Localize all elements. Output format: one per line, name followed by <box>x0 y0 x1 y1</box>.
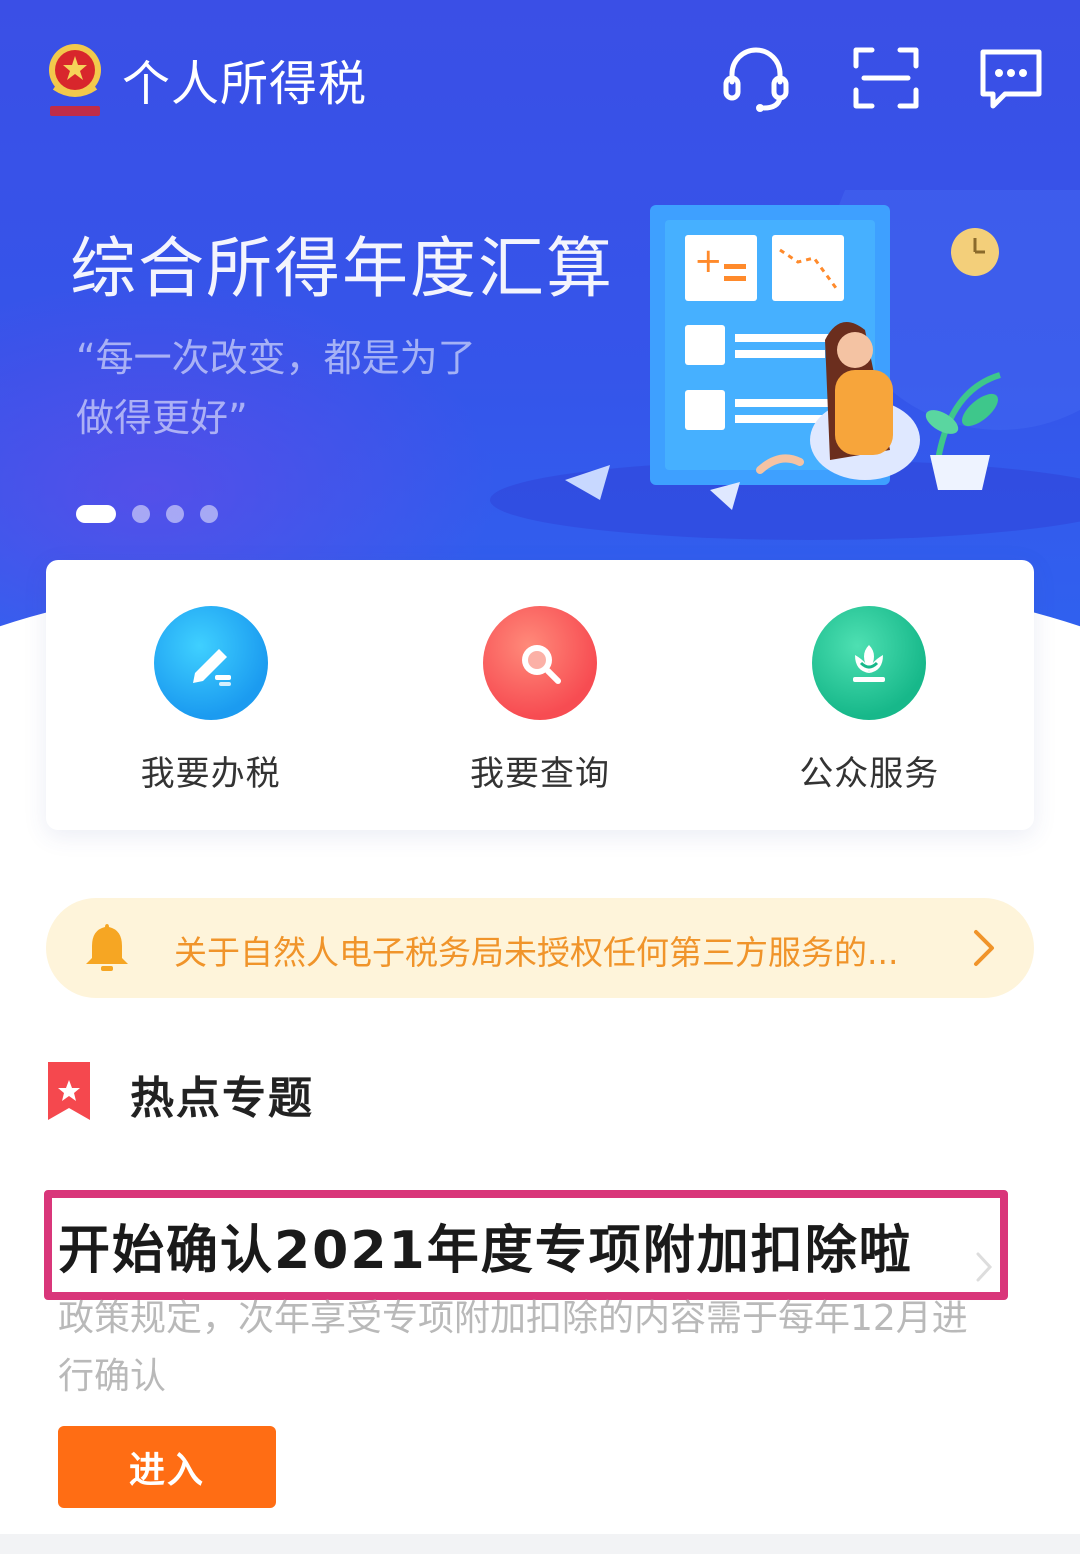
app-title: 个人所得税 <box>122 56 368 112</box>
app-header: 个人所得税 <box>0 30 1080 130</box>
banner-quote: “每一次改变，都是为了 做得更好” <box>76 328 516 448</box>
service-public[interactable]: 公众服务 <box>705 560 1034 830</box>
carousel-dot-1[interactable] <box>76 505 116 523</box>
service-query[interactable]: 我要查询 <box>375 560 704 830</box>
message-icon[interactable] <box>975 42 1047 114</box>
customer-service-icon[interactable] <box>720 42 792 114</box>
bookmark-star-icon <box>48 1062 90 1120</box>
scan-icon[interactable] <box>850 42 922 114</box>
chevron-right-icon <box>974 930 994 966</box>
carousel-indicator[interactable] <box>76 505 234 523</box>
banner-quote-line2: 做得更好” <box>76 396 248 440</box>
notice-bar[interactable]: 关于自然人电子税务局未授权任何第三方服务的... <box>46 898 1034 998</box>
tax-emblem-icon <box>49 44 101 116</box>
enter-button[interactable]: 进入 <box>58 1426 276 1508</box>
topic-title[interactable]: 开始确认2021年度专项附加扣除啦 <box>58 1208 913 1283</box>
bottom-divider <box>0 1534 1080 1554</box>
topic-description: 政策规定，次年享受专项附加扣除的内容需于每年12月进行确认 <box>58 1298 968 1397</box>
topic-card[interactable]: 开始确认2021年度专项附加扣除啦 政策规定，次年享受专项附加扣除的内容需于每年… <box>0 1180 1080 1530</box>
edit-pen-icon <box>153 606 268 720</box>
bell-icon <box>86 924 128 971</box>
search-icon <box>482 606 597 720</box>
chevron-right-icon <box>976 1252 993 1282</box>
tax-illustration: + <box>490 190 1080 540</box>
svg-text:+: + <box>694 241 723 281</box>
service-label: 我要办税 <box>140 754 281 794</box>
hot-topics-title: 热点专题 <box>130 1073 314 1124</box>
service-label: 公众服务 <box>799 754 940 794</box>
notice-text: 关于自然人电子税务局未授权任何第三方服务的... <box>174 933 899 972</box>
banner-quote-line1: “每一次改变，都是为了 <box>76 336 476 380</box>
lotus-icon <box>812 606 927 720</box>
service-card: 我要办税 我要查询 公众服务 <box>46 560 1034 830</box>
service-tax-filing[interactable]: 我要办税 <box>46 560 375 830</box>
carousel-dot-4[interactable] <box>200 505 218 523</box>
carousel-dot-2[interactable] <box>132 505 150 523</box>
service-label: 我要查询 <box>469 754 610 794</box>
home-page: 个人所得税 综合所得年度汇算 “每一次改变，都是为了 做得更好” + 我要办税 … <box>0 0 1080 1554</box>
carousel-dot-3[interactable] <box>166 505 184 523</box>
